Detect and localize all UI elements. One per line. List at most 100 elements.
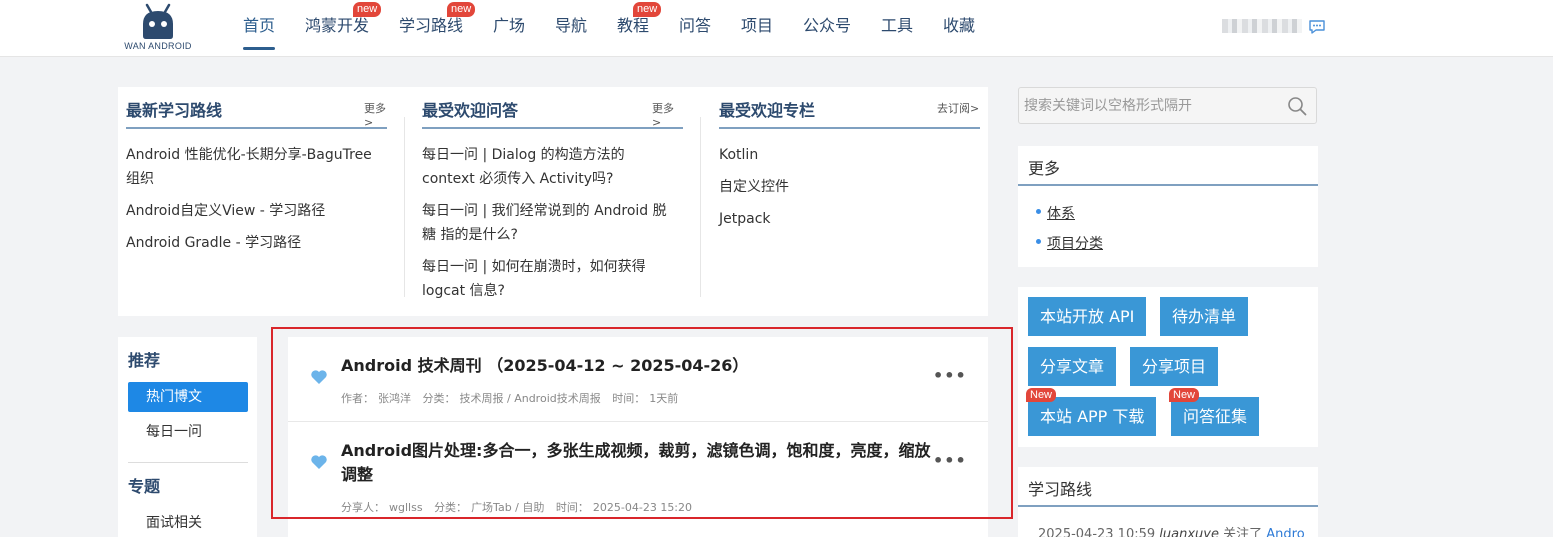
button-label: 本站 APP 下载 — [1040, 407, 1145, 426]
more-options-icon[interactable]: ••• — [933, 366, 967, 385]
divider — [719, 127, 980, 129]
qa-item[interactable]: 每日一问 | 如何在崩溃时，如何获得logcat 信息? — [422, 255, 680, 303]
route-activity-item: 2025-04-23 10:59 luanxuye 关注了 Andro — [1038, 523, 1305, 537]
share-article-button[interactable]: 分享文章 — [1028, 347, 1117, 386]
share-project-button[interactable]: 分享项目 — [1130, 347, 1219, 386]
divider — [128, 462, 248, 463]
nav-favorites[interactable]: 收藏 — [943, 0, 975, 57]
route-item[interactable]: Android 性能优化-长期分享-BaguTree组织 — [126, 143, 384, 191]
activity-action: 关注了 — [1223, 527, 1263, 537]
popular-qa-more-link[interactable]: 更多> — [652, 100, 683, 129]
time-label: 时间： — [555, 501, 589, 514]
popular-columns-title: 最受欢迎专栏 — [719, 101, 816, 120]
open-api-button[interactable]: 本站开放 API — [1028, 297, 1147, 336]
sharer-link[interactable]: wgllss — [389, 501, 423, 514]
blurred-username — [1222, 19, 1302, 33]
nav-wechat[interactable]: 公众号 — [803, 0, 851, 57]
latest-routes-more-link[interactable]: 更多> — [364, 100, 387, 129]
nav-home[interactable]: 首页 — [243, 0, 276, 57]
new-badge: New — [1026, 388, 1057, 402]
popular-qa-title: 最受欢迎问答 — [422, 101, 519, 120]
sharer-label: 分享人： — [341, 501, 385, 514]
nav-label: 鸿蒙开发 — [305, 16, 370, 35]
column-separator — [404, 117, 405, 297]
site-logo[interactable]: WAN ANDROID — [122, 2, 194, 54]
divider — [126, 127, 387, 129]
more-card-title: 更多 — [1028, 159, 1061, 178]
learning-route-card: 学习路线 2025-04-23 10:59 luanxuye 关注了 Andro — [1018, 467, 1318, 537]
time-label: 时间： — [612, 392, 646, 405]
android-robot-icon — [143, 3, 173, 39]
divider — [1018, 505, 1318, 507]
nav-label: 教程 — [617, 16, 650, 35]
divider — [422, 127, 683, 129]
recommend-title: 推荐 — [128, 351, 161, 370]
nav-qa[interactable]: 问答 — [679, 0, 711, 57]
learning-route-title: 学习路线 — [1028, 480, 1093, 499]
todo-list-button[interactable]: 待办清单 — [1160, 297, 1249, 336]
latest-routes-column: 最新学习路线 更多> Android 性能优化-长期分享-BaguTree组织 … — [126, 87, 387, 316]
new-badge: new — [633, 2, 662, 17]
link-system[interactable]: 体系 — [1036, 203, 1075, 223]
activity-target-link[interactable]: Andro — [1266, 527, 1304, 537]
latest-routes-title: 最新学习路线 — [126, 101, 223, 120]
article-time: 2025-04-23 15:20 — [592, 501, 693, 514]
new-badge: new — [353, 2, 382, 17]
menu-interview[interactable]: 面试相关 — [128, 508, 248, 537]
route-item[interactable]: Android自定义View - 学习路径 — [126, 199, 384, 223]
column-item[interactable]: Kotlin — [719, 143, 758, 167]
link-project-category[interactable]: 项目分类 — [1036, 233, 1103, 253]
message-icon[interactable] — [1308, 19, 1326, 35]
topic-title: 专题 — [128, 477, 161, 496]
qa-item[interactable]: 每日一问 | Dialog 的构造方法的 context 必须传入 Activi… — [422, 143, 680, 191]
article-title[interactable]: Android图片处理:多合一，多张生成视频，裁剪，滤镜色调，饱和度，亮度，缩放… — [341, 439, 931, 487]
author-link[interactable]: 张鸿洋 — [378, 392, 411, 405]
menu-daily-question[interactable]: 每日一问 — [128, 417, 248, 447]
category-link[interactable]: 技术周报 / Android技术周报 — [460, 392, 601, 405]
new-badge: new — [447, 2, 476, 17]
category-label: 分类： — [434, 501, 468, 514]
activity-time: 2025-04-23 10:59 — [1038, 527, 1156, 537]
question-collection-button[interactable]: New 问答征集 — [1169, 388, 1260, 436]
subscribe-link[interactable]: 去订阅> — [937, 100, 979, 116]
nav-projects[interactable]: 项目 — [741, 0, 773, 57]
more-options-icon[interactable]: ••• — [933, 451, 967, 470]
article-meta: 作者： 张鸿洋 分类： 技术周报 / Android技术周报 时间： 1天前 — [341, 390, 682, 406]
left-menu: 推荐 热门博文 每日一问 专题 面试相关 — [118, 337, 257, 537]
nav-navigation[interactable]: 导航 — [555, 0, 587, 57]
heart-icon[interactable] — [310, 454, 328, 470]
user-name-blurred[interactable] — [1222, 19, 1302, 35]
popular-columns-column: 最受欢迎专栏 去订阅> Kotlin 自定义控件 Jetpack — [719, 87, 980, 316]
article-time: 1天前 — [649, 392, 679, 405]
article-title[interactable]: Android 技术周刊 （2025-04-12 ~ 2025-04-26） — [341, 354, 931, 378]
top-header: WAN ANDROID 首页 鸿蒙开发 new 学习路线 new 广场 导航 教程 n… — [0, 0, 1553, 57]
divider — [288, 421, 988, 422]
search-icon[interactable] — [1287, 96, 1307, 116]
search-input[interactable] — [1024, 96, 1274, 116]
new-badge: New — [1169, 388, 1200, 402]
article-list: Android 技术周刊 （2025-04-12 ~ 2025-04-26） 作… — [288, 337, 988, 537]
nav-tutorial[interactable]: 教程 new — [617, 0, 662, 57]
route-item[interactable]: Android Gradle - 学习路径 — [126, 231, 384, 255]
nav-square[interactable]: 广场 — [493, 0, 525, 57]
activity-user[interactable]: luanxuye — [1159, 527, 1219, 537]
category-link[interactable]: 广场Tab / 自助 — [471, 501, 544, 514]
more-card: 更多 体系 项目分类 — [1018, 146, 1318, 267]
popular-qa-column: 最受欢迎问答 更多> 每日一问 | Dialog 的构造方法的 context … — [422, 87, 683, 316]
featured-panel: 最新学习路线 更多> Android 性能优化-长期分享-BaguTree组织 … — [118, 87, 988, 316]
column-item[interactable]: 自定义控件 — [719, 175, 789, 199]
app-download-button[interactable]: New 本站 APP 下载 — [1026, 388, 1157, 436]
search-box — [1018, 87, 1317, 124]
qa-item[interactable]: 每日一问 | 我们经常说到的 Android 脱糖 指的是什么? — [422, 199, 680, 247]
menu-hot-posts[interactable]: 热门博文 — [128, 382, 248, 412]
column-item[interactable]: Jetpack — [719, 207, 771, 231]
nav-learning-route[interactable]: 学习路线 new — [399, 0, 476, 57]
logo-text: WAN ANDROID — [124, 41, 192, 51]
column-separator — [700, 117, 701, 297]
nav-tools[interactable]: 工具 — [881, 0, 913, 57]
quick-actions-card: 本站开放 API 待办清单 分享文章 分享项目 New 本站 APP 下载 New… — [1018, 287, 1318, 447]
heart-icon[interactable] — [310, 369, 328, 385]
nav-harmony[interactable]: 鸿蒙开发 new — [305, 0, 382, 57]
category-label: 分类： — [422, 392, 456, 405]
author-label: 作者： — [341, 392, 374, 405]
